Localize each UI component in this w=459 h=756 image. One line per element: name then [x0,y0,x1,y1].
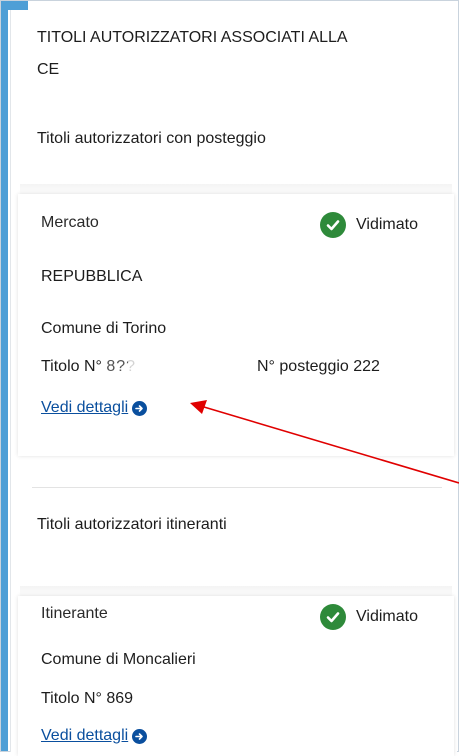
vedi-dettagli-label: Vedi dettagli [41,727,129,744]
titolo-prefix: Titolo N° [41,358,107,375]
page-title-line1: TITOLI AUTORIZZATORI ASSOCIATI ALLA [37,29,348,46]
section-divider [32,487,442,488]
comune-prefix: Comune di [41,320,123,337]
status-badge: Vidimato [320,604,418,630]
market-name: REPUBBLICA [41,268,143,285]
status-badge: Vidimato [320,212,418,238]
titolo-value: 869 [106,690,134,707]
redaction-box [128,356,168,378]
arrow-right-icon [132,728,148,744]
posteggio-label: N° posteggio 222 [257,358,380,375]
arrow-right-icon [132,400,148,416]
page-title-line2: CE [37,61,60,78]
vedi-dettagli-link[interactable]: Vedi dettagli [41,727,148,745]
comune-name: Torino [122,320,167,337]
status-label: Vidimato [356,216,418,233]
status-label: Vidimato [356,608,418,625]
section-title-itineranti: Titoli autorizzatori itineranti [37,516,227,533]
titolo-prefix: Titolo N° [41,690,107,707]
check-icon [320,212,346,238]
card-type-label: Mercato [41,214,99,231]
redaction-box [165,262,255,290]
check-icon [320,604,346,630]
titolo-label: Titolo N° 869 [41,689,133,709]
titolo-label: Titolo N° 8?? [41,357,136,377]
section-title-posteggio: Titoli autorizzatori con posteggio [37,130,266,147]
comune-label: Comune di Moncalieri [41,651,196,668]
card-type-label: Itinerante [41,605,108,622]
vedi-dettagli-link[interactable]: Vedi dettagli [41,399,148,417]
vedi-dettagli-label: Vedi dettagli [41,399,129,416]
comune-label: Comune di Torino [41,319,166,339]
